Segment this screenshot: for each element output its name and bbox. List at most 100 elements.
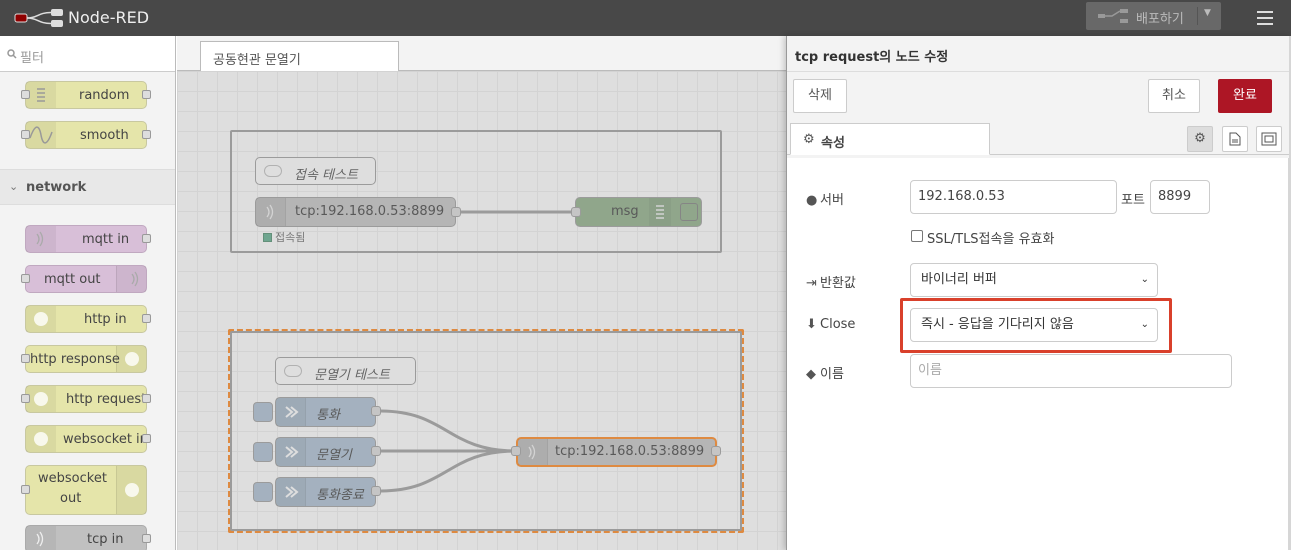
smooth-wave-icon <box>26 122 56 148</box>
palette-input-port <box>21 130 30 139</box>
output-port[interactable] <box>371 486 381 496</box>
palette-output-port <box>142 234 151 243</box>
inject-button[interactable] <box>253 442 273 462</box>
hamburger-menu-icon[interactable] <box>1250 6 1280 30</box>
chevron-down-icon[interactable]: ▼ <box>1204 8 1211 18</box>
palette-input-port <box>21 394 30 403</box>
output-port[interactable] <box>371 446 381 456</box>
palette-output-port <box>142 130 151 139</box>
comment-icon <box>264 165 282 177</box>
node-palette: 필터 random smooth ⌄ network mqtt in mqtt … <box>0 36 176 550</box>
palette-node-http-request[interactable]: http request <box>25 385 147 413</box>
inject-node[interactable]: 문열기 <box>275 437 376 467</box>
chevron-down-icon: ⌄ <box>1140 319 1149 330</box>
globe-icon <box>26 386 56 412</box>
mqtt-icon <box>26 226 56 252</box>
chevron-down-icon: ⌄ <box>1140 274 1149 285</box>
close-select[interactable]: 즉시 - 응답을 기다리지 않음 ⌄ <box>910 308 1158 342</box>
palette-node-websocket-out[interactable]: websocket out <box>25 465 147 515</box>
gear-icon[interactable]: ⚙ <box>1187 126 1213 152</box>
palette-output-port <box>142 434 151 443</box>
appearance-icon[interactable] <box>1256 126 1282 152</box>
name-input[interactable]: 이름 <box>910 354 1232 388</box>
output-port[interactable] <box>711 446 721 456</box>
node-label: 통화종료 <box>316 488 364 503</box>
inject-node[interactable]: 통화종료 <box>275 477 376 507</box>
server-host-input[interactable]: 192.168.0.53 <box>910 180 1117 214</box>
palette-node-label: mqtt out <box>44 272 101 287</box>
inject-button[interactable] <box>253 402 273 422</box>
mqtt-icon <box>116 266 146 292</box>
tls-label: SSL/TLS접속을 유효화 <box>927 232 1055 247</box>
comment-node[interactable]: 접속 테스트 <box>255 157 376 185</box>
tls-checkbox[interactable] <box>911 230 923 242</box>
done-button[interactable]: 완료 <box>1218 79 1272 113</box>
palette-filter[interactable]: 필터 <box>0 36 175 72</box>
palette-node-tcp-in[interactable]: tcp in <box>25 525 147 550</box>
comment-label: 문열기 테스트 <box>314 368 390 383</box>
palette-node-random[interactable]: random <box>25 81 147 109</box>
palette-node-mqtt-in[interactable]: mqtt in <box>25 225 147 253</box>
sign-in-icon: ⬇ <box>806 317 817 332</box>
deploy-icon <box>1098 9 1128 23</box>
output-port[interactable] <box>451 207 461 217</box>
palette-node-label: out <box>60 491 82 506</box>
gear-icon: ⚙ <box>803 132 815 147</box>
palette-node-websocket-in[interactable]: websocket in <box>25 425 148 453</box>
palette-category-label: network <box>26 180 87 195</box>
palette-node-http-response[interactable]: http response <box>25 345 147 373</box>
delete-button[interactable]: 삭제 <box>793 79 847 113</box>
search-icon <box>7 49 17 59</box>
globe-icon: ● <box>806 193 818 208</box>
debug-node[interactable]: msg <box>575 197 702 227</box>
tab-flow[interactable]: 공동현관 문열기 <box>200 41 399 72</box>
palette-node-smooth[interactable]: smooth <box>25 121 147 149</box>
status-dot-icon <box>263 233 272 242</box>
palette-node-http-in[interactable]: http in <box>25 305 147 333</box>
comment-node[interactable]: 문열기 테스트 <box>275 357 416 385</box>
tab-properties-label: 속성 <box>821 136 845 151</box>
tab-properties[interactable]: ⚙ 속성 <box>790 123 990 155</box>
tcp-in-node[interactable]: tcp:192.168.0.53:8899 <box>255 197 456 227</box>
inject-node[interactable]: 통화 <box>275 397 376 427</box>
globe-icon <box>116 466 146 514</box>
tcp-request-node[interactable]: tcp:192.168.0.53:8899 <box>516 437 717 467</box>
port-input[interactable]: 8899 <box>1150 180 1210 214</box>
port-label: 포트 <box>1121 193 1145 208</box>
palette-output-port <box>142 90 151 99</box>
name-label: ◆ 이름 <box>806 367 844 382</box>
cancel-button[interactable]: 취소 <box>1148 79 1200 113</box>
random-icon <box>26 82 56 108</box>
tab-label: 공동현관 문열기 <box>213 53 301 68</box>
document-icon[interactable] <box>1222 126 1248 152</box>
debug-list-icon <box>649 198 671 226</box>
palette-node-label: mqtt in <box>82 232 130 247</box>
input-port[interactable] <box>571 207 581 217</box>
palette-input-port <box>21 354 30 363</box>
workspace-tabbar: 공동현관 문열기 <box>177 36 786 72</box>
palette-node-mqtt-out[interactable]: mqtt out <box>25 265 147 293</box>
bridge-icon <box>26 526 56 550</box>
sign-out-icon: ⇥ <box>806 276 817 291</box>
input-port[interactable] <box>511 446 521 456</box>
comment-label: 접속 테스트 <box>294 168 358 183</box>
flow-canvas[interactable]: 접속 테스트 tcp:192.168.0.53:8899 접속됨 msg 문열기… <box>177 71 786 550</box>
tray-title: tcp request의 노드 수정 <box>795 50 949 65</box>
palette-input-port <box>21 485 30 494</box>
palette-output-port <box>142 394 151 403</box>
close-label: ⬇ Close <box>806 317 856 332</box>
palette-node-label: websocket in <box>63 432 148 447</box>
deploy-button[interactable]: 배포하기 ▼ <box>1086 2 1221 30</box>
return-select[interactable]: 바이너리 버퍼 ⌄ <box>910 263 1158 297</box>
arrow-right-icon <box>276 438 306 466</box>
palette-node-label: http request <box>66 392 147 407</box>
inject-button[interactable] <box>253 482 273 502</box>
bridge-icon <box>518 439 548 465</box>
palette-category-network[interactable]: ⌄ network <box>0 169 175 205</box>
globe-icon <box>26 426 56 452</box>
tag-icon: ◆ <box>806 367 816 382</box>
output-port[interactable] <box>371 406 381 416</box>
palette-node-label: http in <box>84 312 127 327</box>
debug-toggle-button[interactable] <box>680 203 698 221</box>
node-label: tcp:192.168.0.53:8899 <box>555 444 705 459</box>
